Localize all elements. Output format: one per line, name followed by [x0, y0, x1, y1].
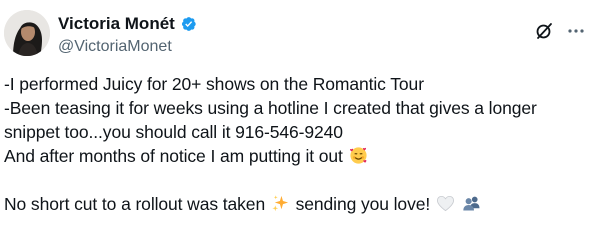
tweet-line-4: And after months of notice I am putting … — [4, 144, 594, 168]
smiling-face-with-hearts-icon — [349, 146, 368, 165]
busts-in-silhouette-icon — [462, 194, 481, 213]
tweet-line-1: -I performed Juicy for 20+ shows on the … — [4, 74, 424, 94]
avatar[interactable] — [4, 10, 50, 56]
verified-badge-icon — [179, 15, 197, 33]
user-handle[interactable]: @VictoriaMonet — [58, 37, 172, 57]
tweet-line-3: snippet too...you should call it 916-546… — [4, 122, 343, 142]
tweet-card: Victoria Monét @VictoriaMonet -I perform… — [0, 0, 600, 241]
tweet-text: -I performed Juicy for 20+ shows on the … — [4, 72, 594, 216]
tweet-line-4-text: And after months of notice I am putting … — [4, 146, 343, 166]
tweet-line-5: No short cut to a rollout was taken send… — [4, 192, 594, 216]
white-heart-icon — [436, 194, 455, 213]
grok-icon[interactable] — [534, 21, 554, 41]
tweet-header: Victoria Monét @VictoriaMonet — [0, 10, 600, 66]
tweet-line-2: -Been teasing it for weeks using a hotli… — [4, 98, 537, 118]
name-row: Victoria Monét — [58, 14, 197, 34]
display-name[interactable]: Victoria Monét — [58, 14, 175, 34]
more-options-icon[interactable] — [566, 21, 586, 41]
sparkles-icon — [271, 194, 290, 213]
tweet-line-5-text-a: No short cut to a rollout was taken — [4, 194, 266, 214]
tweet-actions — [534, 21, 586, 41]
tweet-line-5-text-b: sending you love! — [290, 194, 431, 214]
